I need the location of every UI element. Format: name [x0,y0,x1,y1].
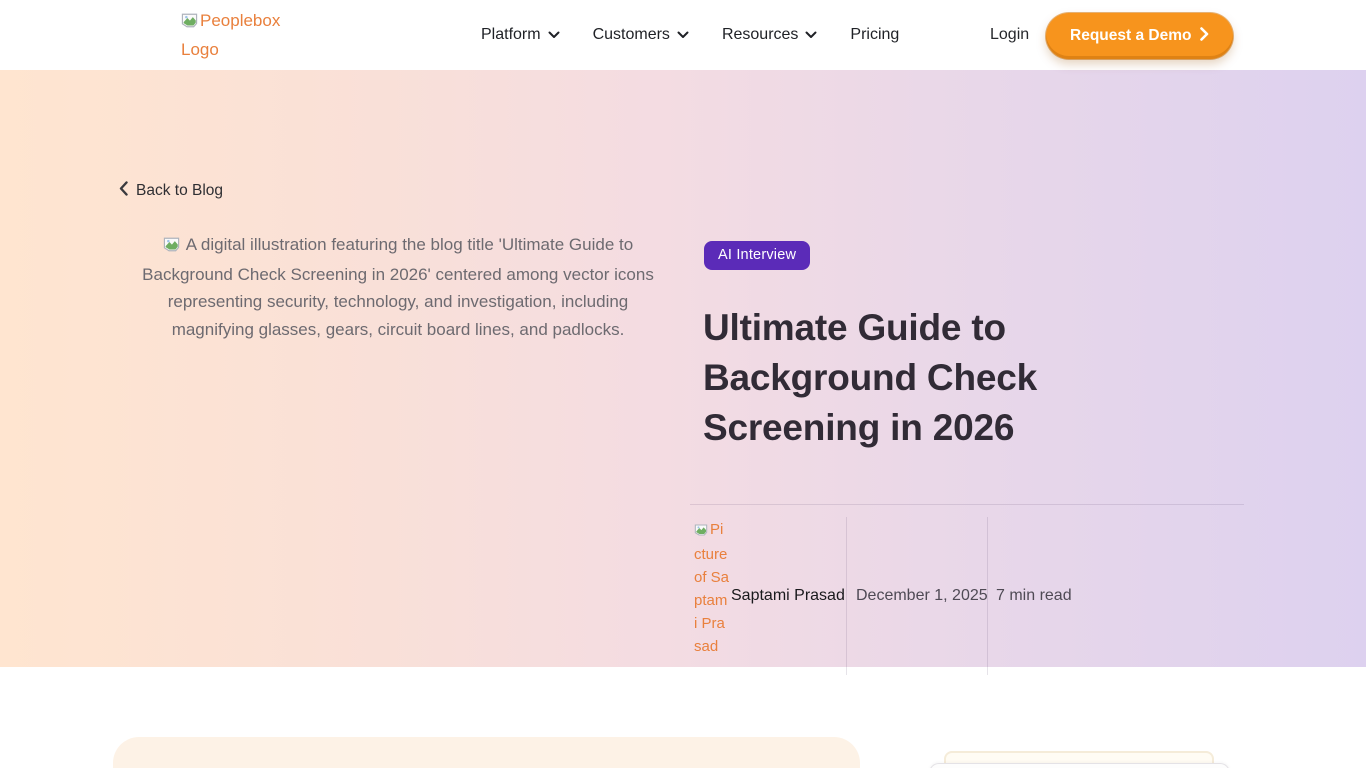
broken-image-icon [163,233,180,261]
featured-image-broken: A digital illustration featuring the blo… [127,231,669,343]
meta-vertical-divider [846,517,847,675]
nav-item-label: Customers [593,26,670,44]
nav-item-label: Resources [722,26,798,44]
post-date: December 1, 2025 [856,587,988,605]
site-header: Peoplebox Logo Platform Customers Resour… [0,0,1366,70]
back-to-blog-label: Back to Blog [136,182,223,200]
chevron-down-icon [677,26,689,44]
nav-item-platform[interactable]: Platform [481,26,560,44]
request-demo-label: Request a Demo [1070,27,1191,45]
chevron-right-icon [1200,27,1209,46]
broken-image-icon [181,9,198,36]
nav-item-customers[interactable]: Customers [593,26,689,44]
meta-vertical-divider [987,517,988,675]
nav-item-label: Pricing [850,26,899,44]
category-badge[interactable]: AI Interview [704,241,810,270]
chevron-down-icon [548,26,560,44]
site-logo[interactable]: Peoplebox Logo [181,7,289,63]
back-to-blog-link[interactable]: Back to Blog [119,181,223,201]
request-demo-button[interactable]: Request a Demo [1046,13,1233,59]
broken-image-icon [694,520,708,543]
chevron-left-icon [119,181,128,201]
chevron-down-icon [805,26,817,44]
main-nav: Platform Customers Resources Pricing [481,0,899,70]
nav-item-resources[interactable]: Resources [722,26,817,44]
read-time: 7 min read [996,587,1072,605]
meta-divider [690,504,1244,505]
post-hero-section: Back to Blog A digital illustration feat… [0,70,1366,667]
login-link[interactable]: Login [990,0,1029,70]
nav-item-label: Platform [481,26,541,44]
sidebar-card [929,763,1230,768]
author-avatar-broken: Picture of Saptami Prasad [694,518,730,658]
nav-item-pricing[interactable]: Pricing [850,26,899,44]
article-summary-card [113,737,860,768]
post-title: Ultimate Guide to Background Check Scree… [703,303,1093,453]
author-name[interactable]: Saptami Prasad [731,587,845,605]
blog-post-page: Peoplebox Logo Platform Customers Resour… [0,0,1366,768]
featured-image-alt-text: A digital illustration featuring the blo… [142,235,654,339]
login-label: Login [990,26,1029,44]
